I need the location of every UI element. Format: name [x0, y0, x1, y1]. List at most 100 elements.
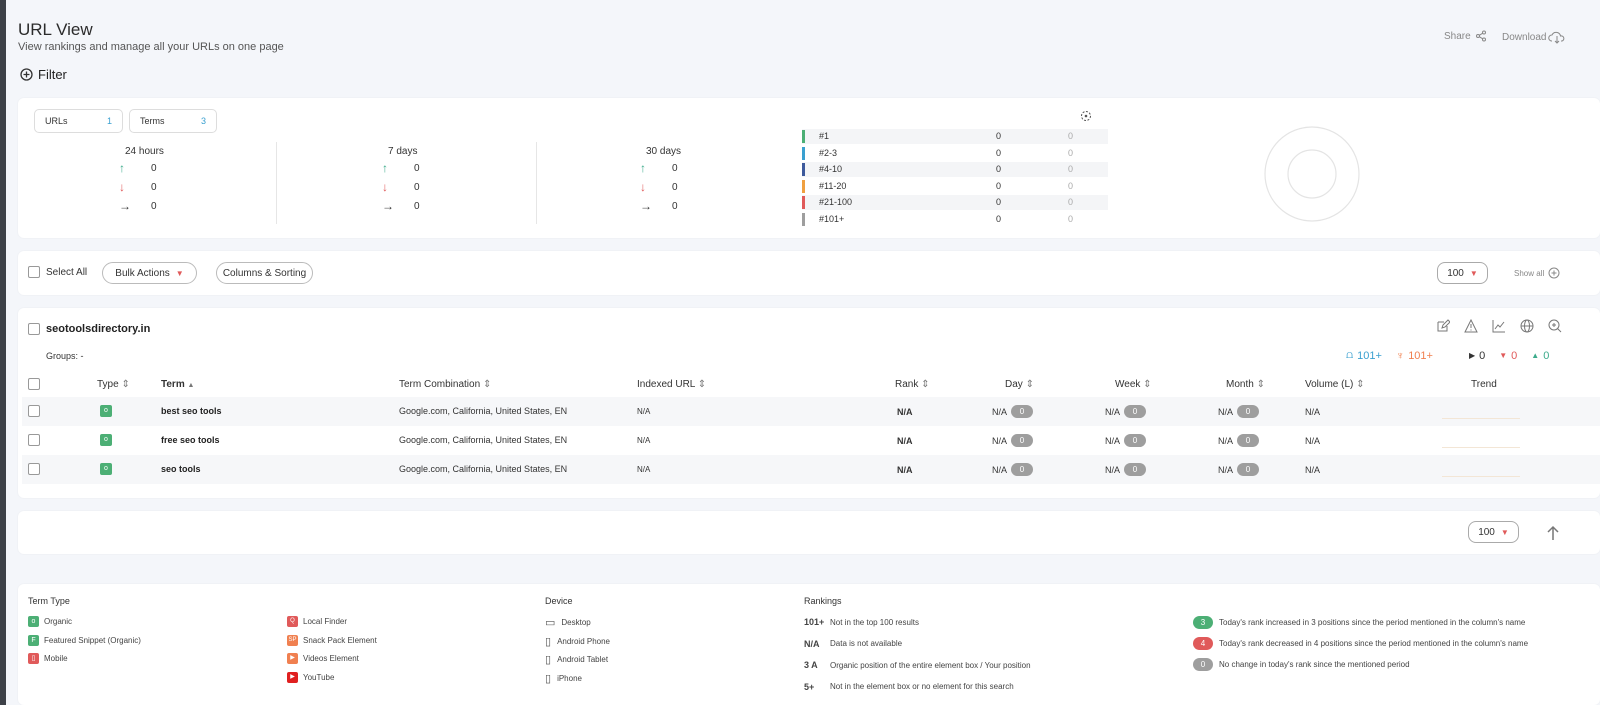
per-page-select[interactable]: 100 ▼: [1437, 262, 1488, 284]
day-change-badge: 0: [1011, 463, 1034, 476]
select-all-label: Select All: [46, 266, 88, 278]
domain-checkbox[interactable]: [28, 323, 40, 335]
period-down-value: 0: [414, 182, 420, 193]
period-same-value: 0: [414, 201, 420, 212]
bulk-actions-label: Bulk Actions: [115, 267, 170, 279]
change-badge: 0: [1193, 658, 1213, 671]
rank-color-bar: [802, 196, 805, 210]
col-type[interactable]: Type ⇕: [97, 379, 130, 390]
globe-icon[interactable]: [1520, 319, 1534, 333]
header-checkbox[interactable]: [28, 378, 40, 390]
row-checkbox[interactable]: [28, 405, 40, 417]
table-row[interactable]: o seo tools Google.com, California, United…: [22, 455, 1600, 484]
table-row[interactable]: o free seo tools Google.com, California, U…: [22, 426, 1600, 455]
month-value: N/A: [1218, 464, 1234, 475]
toolbar-card: Select All Bulk Actions ▼ Columns & Sorti…: [18, 251, 1600, 295]
term-type-label: Snack Pack Element: [303, 635, 377, 645]
filter-toggle[interactable]: Filter: [20, 67, 67, 82]
urls-pill[interactable]: URLs 1: [34, 109, 123, 133]
badge-desc: No change in today's rank since the ment…: [1219, 660, 1410, 669]
term-type-label: Mobile: [44, 654, 68, 663]
divider: [536, 142, 537, 224]
col-day[interactable]: Day ⇕: [1005, 379, 1034, 390]
show-all-label: Show all: [1514, 268, 1545, 278]
rank-label: #1: [819, 131, 830, 141]
footer-per-page-value: 100: [1478, 526, 1495, 538]
stat-b: 101+: [1408, 349, 1433, 362]
rank-label: #101+: [819, 214, 845, 224]
select-all[interactable]: Select All: [28, 266, 87, 278]
warning-icon[interactable]: [1464, 319, 1478, 333]
edit-icon[interactable]: [1436, 319, 1450, 333]
rank-cell: N/A: [897, 436, 913, 446]
col-volume[interactable]: Volume (L) ⇕: [1305, 379, 1365, 390]
col-week[interactable]: Week ⇕: [1115, 379, 1152, 390]
stat-a: 101+: [1357, 349, 1382, 362]
change-badge: 3: [1193, 616, 1213, 629]
domain-actions: [1436, 319, 1562, 333]
table-row[interactable]: o best seo tools Google.com, California, U…: [22, 397, 1600, 426]
rank-color-bar: [802, 130, 805, 143]
sort-icon: ⇕: [697, 379, 707, 390]
up-arrow-icon: ↑: [640, 161, 646, 175]
rank-color-bar: [802, 163, 805, 177]
footer-per-page-select[interactable]: 100 ▼: [1468, 521, 1519, 543]
divider: [276, 142, 277, 224]
scroll-top-icon[interactable]: [1546, 525, 1560, 541]
period-up-value: 0: [672, 163, 678, 174]
show-all-button[interactable]: Show all: [1514, 267, 1560, 279]
users-icon: ⩍: [1346, 349, 1354, 361]
rank-row: #21-100 0 0: [802, 195, 1108, 211]
terms-pill[interactable]: Terms 3: [129, 109, 217, 133]
col-week-label: Week: [1115, 379, 1141, 390]
download-button[interactable]: Download: [1502, 30, 1566, 44]
col-combo[interactable]: Term Combination ⇕: [399, 379, 491, 390]
sort-icon: ⇕: [482, 379, 492, 390]
term-type-item: SP Snack Pack Element: [287, 634, 377, 646]
period-label: 7 days: [388, 146, 418, 157]
summary-card: URLs 1 Terms 3 24 hours ↑ 0 ↓ 0 → 0 7 days ↑ 0 ↓ 0 → 0 3…: [18, 98, 1600, 238]
term-cell: free seo tools: [161, 435, 220, 445]
col-volume-label: Volume (L): [1305, 379, 1354, 390]
caret-down-icon: ▼: [175, 268, 184, 278]
columns-sorting-button[interactable]: Columns & Sorting: [216, 262, 313, 284]
rank-color-bar: [802, 179, 805, 193]
col-indexed[interactable]: Indexed URL ⇕: [637, 379, 706, 390]
refresh-chart-icon[interactable]: [1080, 110, 1092, 122]
col-rank[interactable]: Rank ⇕: [895, 379, 930, 390]
up-arrow-icon: ↑: [119, 161, 125, 175]
rank-color-bar: [802, 146, 805, 160]
up-arrow-icon: ↑: [382, 161, 388, 175]
search-zoom-icon[interactable]: [1548, 319, 1562, 333]
desktop-icon: ▭: [545, 617, 556, 629]
terms-label: Terms: [140, 116, 165, 126]
period-up-value: 0: [414, 163, 420, 174]
ranking-legend-item: 5+ Not in the element box or no element f…: [804, 682, 1014, 692]
day-value: N/A: [992, 464, 1008, 475]
col-term[interactable]: Term ▲: [161, 379, 194, 390]
term-type-label: Local Finder: [303, 617, 348, 626]
badge-legend-item: 3 Today's rank increased in 3 positions s…: [1193, 616, 1525, 629]
line-chart-icon[interactable]: [1492, 319, 1506, 333]
row-checkbox[interactable]: [28, 463, 40, 475]
ranking-desc: Not in the top 100 results: [830, 617, 919, 627]
term-type-item: F Featured Snippet (Organic): [28, 634, 141, 646]
rank-donut-chart: [1264, 126, 1360, 222]
week-value: N/A: [1105, 406, 1121, 417]
ranking-key: 3 A: [804, 660, 818, 670]
row-checkbox[interactable]: [28, 434, 40, 446]
select-all-checkbox[interactable]: [28, 266, 40, 278]
share-button[interactable]: Share: [1444, 30, 1487, 42]
stat-e: 0: [1543, 349, 1550, 362]
period-same-value: 0: [151, 201, 157, 212]
device-label: Android Tablet: [557, 655, 609, 664]
term-type-icon: SP: [287, 634, 298, 646]
ranking-legend-item: 101+ Not in the top 100 results: [804, 617, 919, 627]
month-change-badge: 0: [1237, 405, 1260, 418]
down-arrow-icon: ↓: [640, 180, 646, 194]
col-month[interactable]: Month ⇕: [1226, 379, 1265, 390]
rank-value: 0: [996, 131, 1002, 141]
bulk-actions-dropdown[interactable]: Bulk Actions ▼: [102, 262, 197, 284]
rank-label: #11-20: [819, 180, 847, 191]
groups-label: Groups: -: [46, 351, 84, 361]
